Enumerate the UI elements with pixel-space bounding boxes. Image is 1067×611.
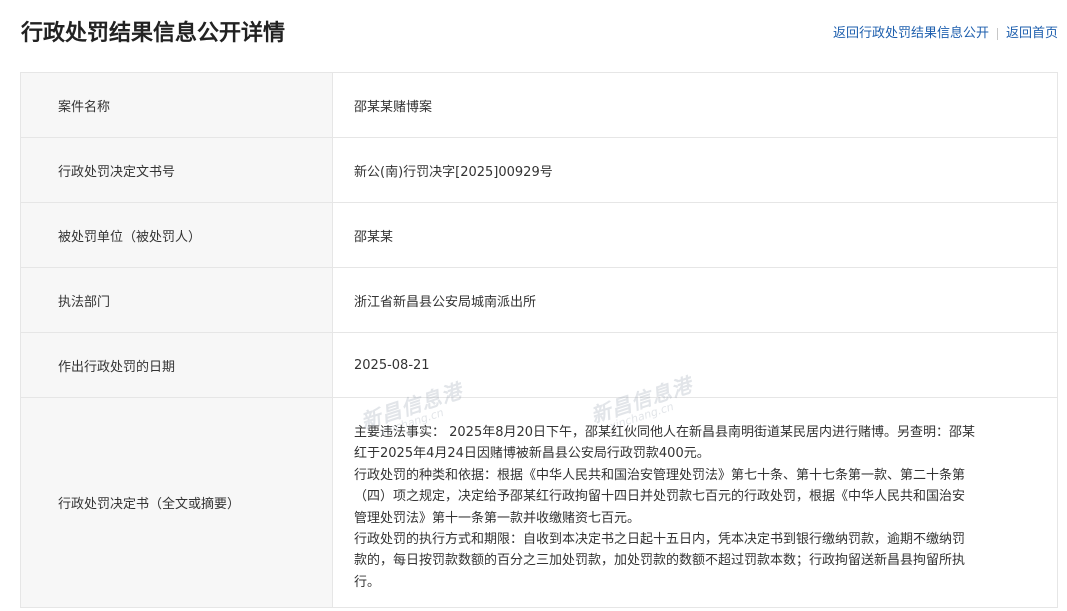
- decision-text-line: 款的，每日按罚款数额的百分之三加处罚款，加处罚款的数额不超过罚款本数；行政拘留送…: [354, 553, 966, 569]
- row-value: 主要违法事实： 2025年8月20日下午，邵某红伙同他人在新昌县南明街道某民居内…: [332, 397, 1058, 608]
- row-label: 被处罚单位（被处罚人）: [20, 202, 333, 268]
- row-value: 邵某某: [332, 202, 1058, 268]
- row-label: 案件名称: [20, 72, 333, 138]
- page: 行政处罚结果信息公开详情 返回行政处罚结果信息公开 返回首页 案件名称 邵某某赌…: [0, 0, 1067, 611]
- page-title: 行政处罚结果信息公开详情: [21, 21, 286, 46]
- decision-text: 主要违法事实： 2025年8月20日下午，邵某红伙同他人在新昌县南明街道某民居内…: [354, 412, 1038, 593]
- decision-text-line: 主要违法事实： 2025年8月20日下午，邵某红伙同他人在新昌县南明街道某民居内…: [354, 424, 976, 440]
- page-header: 行政处罚结果信息公开详情 返回行政处罚结果信息公开 返回首页: [20, 0, 1058, 73]
- row-label: 行政处罚决定文书号: [20, 137, 333, 203]
- decision-text-line: 行政处罚的执行方式和期限：自收到本决定书之日起十五日内，凭本决定书到银行缴纳罚款…: [354, 531, 966, 547]
- decision-text-line: 管理处罚法》第十一条第一款并收缴赌资七百元。: [354, 510, 641, 526]
- decision-text-line: （四）项之规定，决定给予邵某红行政拘留十四日并处罚款七百元的行政处罚，根据《中华…: [354, 489, 966, 505]
- row-label: 行政处罚决定书（全文或摘要）: [20, 397, 333, 608]
- detail-table: 案件名称 邵某某赌博案 行政处罚决定文书号 新公(南)行罚决字[2025]009…: [20, 72, 1058, 608]
- row-label: 执法部门: [20, 267, 333, 333]
- decision-text-line: 行。: [354, 574, 381, 590]
- table-row-decision-text: 行政处罚决定书（全文或摘要） 主要违法事实： 2025年8月20日下午，邵某红伙…: [20, 397, 1058, 608]
- back-to-home-link[interactable]: 返回首页: [1006, 24, 1058, 44]
- table-row-document-number: 行政处罚决定文书号 新公(南)行罚决字[2025]00929号: [20, 137, 1058, 203]
- decision-text-line: 行政处罚的种类和依据：根据《中华人民共和国治安管理处罚法》第七十条、第十七条第一…: [354, 467, 966, 483]
- row-value: 浙江省新昌县公安局城南派出所: [332, 267, 1058, 333]
- table-row-penalized-party: 被处罚单位（被处罚人） 邵某某: [20, 202, 1058, 268]
- row-value: 邵某某赌博案: [332, 72, 1058, 138]
- row-value: 新公(南)行罚决字[2025]00929号: [332, 137, 1058, 203]
- back-to-list-link[interactable]: 返回行政处罚结果信息公开: [833, 24, 989, 44]
- row-value: 2025-08-21: [332, 332, 1058, 398]
- table-row-case-name: 案件名称 邵某某赌博案: [20, 72, 1058, 138]
- table-row-decision-date: 作出行政处罚的日期 2025-08-21: [20, 332, 1058, 398]
- header-nav: 返回行政处罚结果信息公开 返回首页: [833, 24, 1058, 44]
- row-label: 作出行政处罚的日期: [20, 332, 333, 398]
- table-row-enforcement-department: 执法部门 浙江省新昌县公安局城南派出所: [20, 267, 1058, 333]
- nav-divider: [996, 28, 998, 40]
- decision-text-line: 红于2025年4月24日因赌博被新昌县公安局行政罚款400元。: [354, 446, 710, 462]
